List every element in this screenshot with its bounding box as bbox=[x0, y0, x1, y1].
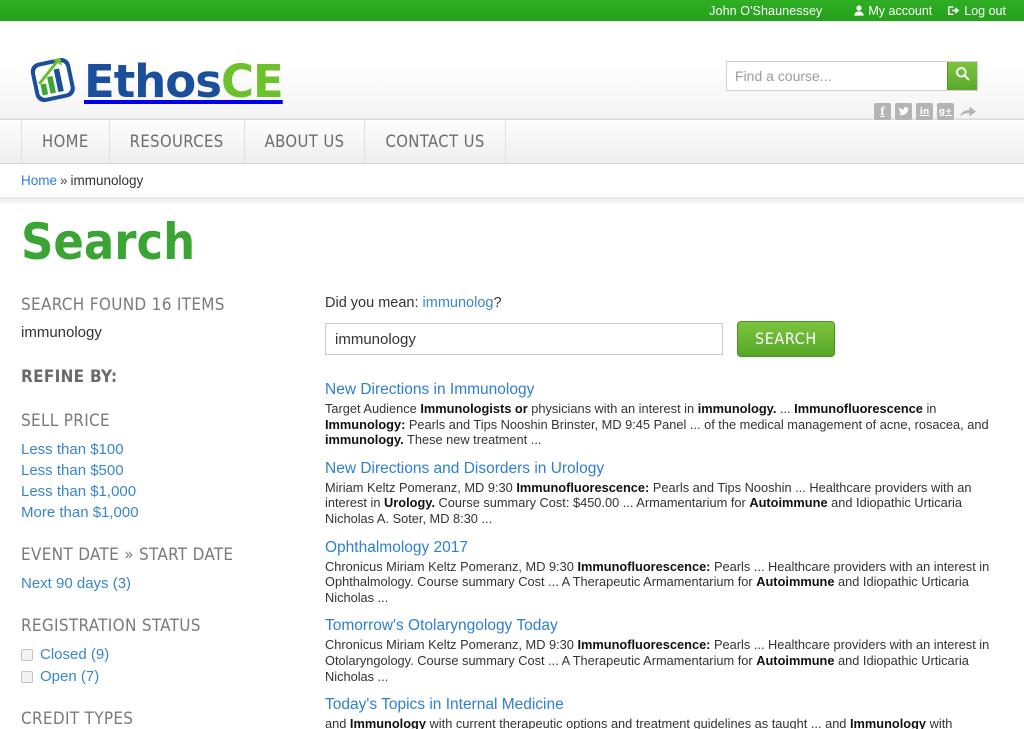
facet-credit-types: Credit types bbox=[21, 709, 286, 729]
nav-item-contact-us[interactable]: Contact us bbox=[364, 120, 506, 163]
breadcrumb-separator: » bbox=[60, 173, 68, 188]
refine-by-heading: Refine by: bbox=[21, 367, 118, 387]
site-header: EthosCE f in g+ bbox=[0, 21, 1024, 120]
result-snippet: Miriam Keltz Pomeranz, MD 9:30 Immunoflu… bbox=[325, 479, 972, 526]
nav-item-resources[interactable]: Resources bbox=[108, 120, 245, 163]
search-button[interactable]: Search bbox=[737, 321, 835, 357]
facet-title-sell-price: Sell price bbox=[21, 411, 110, 431]
result-snippet: Target Audience Immunologists or physici… bbox=[325, 401, 989, 448]
did-you-mean-link[interactable]: immunolog bbox=[423, 295, 494, 311]
search-form: Search bbox=[325, 321, 1003, 357]
did-you-mean-prefix: Did you mean: bbox=[325, 295, 419, 311]
search-input[interactable] bbox=[325, 323, 723, 355]
linkedin-icon[interactable]: in bbox=[916, 103, 933, 120]
result-item: Tomorrow's Otolaryngology Today Chronicu… bbox=[325, 616, 1003, 684]
magnifier-icon bbox=[955, 66, 970, 86]
page-title: Search bbox=[21, 213, 196, 271]
content-area: Search found 16 items immunology Refine … bbox=[0, 289, 1024, 729]
checkbox-open[interactable] bbox=[21, 671, 33, 683]
facet-option-less-100[interactable]: Less than $100 bbox=[21, 441, 124, 458]
nav-item-about-us[interactable]: About us bbox=[243, 120, 366, 163]
breadcrumb-home-link[interactable]: Home bbox=[21, 173, 57, 188]
main-navigation: Home Resources About us Contact us bbox=[0, 119, 1024, 164]
facet-option-less-1000[interactable]: Less than $1,000 bbox=[21, 483, 136, 500]
result-link[interactable]: New Directions and Disorders in Urology bbox=[325, 460, 604, 477]
facets-sidebar: Search found 16 items immunology Refine … bbox=[21, 289, 286, 729]
result-link[interactable]: New Directions in Immunology bbox=[325, 381, 534, 398]
logo-text-ce: CE bbox=[221, 54, 284, 108]
logo-wordmark: EthosCE bbox=[84, 59, 284, 104]
result-snippet: Chronicus Miriam Keltz Pomeranz, MD 9:30… bbox=[325, 558, 990, 605]
result-item: Today's Topics in Internal Medicine and … bbox=[325, 695, 1003, 729]
nav-item-home[interactable]: Home bbox=[21, 120, 110, 163]
my-account-label: My account bbox=[868, 3, 933, 18]
social-links: f in g+ bbox=[874, 103, 978, 120]
facet-title-credit-types: Credit types bbox=[21, 709, 134, 729]
header-search-button[interactable] bbox=[947, 62, 977, 90]
logo-text-ethos: Ethos bbox=[84, 54, 222, 108]
account-bar: John O'Shaunessey My account Log out bbox=[0, 0, 1024, 21]
user-name: John O'Shaunessey bbox=[709, 3, 823, 18]
search-found-heading: Search found 16 items bbox=[21, 295, 225, 315]
facet-title-event-date: Event date » Start date bbox=[21, 545, 234, 565]
results-list: New Directions in Immunology Target Audi… bbox=[325, 380, 1003, 729]
list-item: More than $1,000 bbox=[21, 503, 286, 523]
list-item: Less than $500 bbox=[21, 461, 286, 481]
result-snippet: Chronicus Miriam Keltz Pomeranz, MD 9:30… bbox=[325, 637, 990, 684]
list-item: Open (7) bbox=[21, 667, 286, 687]
user-icon bbox=[854, 5, 865, 16]
result-title: Today's Topics in Internal Medicine bbox=[325, 695, 1003, 715]
result-link[interactable]: Today's Topics in Internal Medicine bbox=[325, 696, 564, 713]
breadcrumb: Home » immunology bbox=[0, 164, 1024, 197]
result-title: Ophthalmology 2017 bbox=[325, 538, 1003, 558]
log-out-label: Log out bbox=[964, 3, 1006, 18]
header-course-search[interactable] bbox=[726, 61, 978, 91]
facet-option-less-500[interactable]: Less than $500 bbox=[21, 462, 124, 479]
result-title: Tomorrow's Otolaryngology Today bbox=[325, 616, 1003, 636]
sign-out-icon bbox=[948, 5, 960, 16]
facet-options-event-date: Next 90 days (3) bbox=[21, 574, 286, 594]
result-item: New Directions in Immunology Target Audi… bbox=[325, 380, 1003, 448]
facet-options-sell-price: Less than $100 Less than $500 Less than … bbox=[21, 440, 286, 523]
result-title: New Directions and Disorders in Urology bbox=[325, 459, 1003, 479]
result-link[interactable]: Ophthalmology 2017 bbox=[325, 539, 468, 556]
search-keyword: immunology bbox=[21, 324, 102, 341]
facet-option-more-1000[interactable]: More than $1,000 bbox=[21, 504, 139, 521]
result-item: Ophthalmology 2017 Chronicus Miriam Kelt… bbox=[325, 538, 1003, 606]
list-item: Less than $1,000 bbox=[21, 482, 286, 502]
facet-option-closed[interactable]: Closed (9) bbox=[40, 645, 109, 665]
result-link[interactable]: Tomorrow's Otolaryngology Today bbox=[325, 617, 558, 634]
my-account-link[interactable]: My account bbox=[854, 4, 932, 18]
facet-option-open[interactable]: Open (7) bbox=[40, 667, 99, 687]
breadcrumb-current: immunology bbox=[70, 173, 144, 188]
share-icon[interactable] bbox=[958, 103, 978, 120]
log-out-link[interactable]: Log out bbox=[948, 4, 1006, 18]
twitter-icon[interactable] bbox=[895, 103, 912, 120]
list-item: Closed (9) bbox=[21, 645, 286, 665]
result-snippet: and Immunology with current therapeutic … bbox=[325, 716, 953, 729]
google-plus-icon[interactable]: g+ bbox=[937, 103, 954, 120]
facebook-icon[interactable]: f bbox=[874, 103, 891, 120]
breadcrumb-shadow bbox=[0, 197, 1024, 205]
facet-registration-status: Registration status Closed (9) Open (7) bbox=[21, 616, 286, 687]
checkbox-closed[interactable] bbox=[21, 649, 33, 661]
list-item: Less than $100 bbox=[21, 440, 286, 460]
site-logo[interactable]: EthosCE bbox=[26, 54, 284, 108]
facet-event-date: Event date » Start date Next 90 days (3) bbox=[21, 545, 286, 594]
search-results-area: Did you mean: immunolog? Search New Dire… bbox=[286, 289, 1003, 729]
facet-sell-price: Sell price Less than $100 Less than $500… bbox=[21, 411, 286, 523]
result-title: New Directions in Immunology bbox=[325, 380, 1003, 400]
did-you-mean: Did you mean: immunolog? bbox=[325, 295, 1003, 311]
list-item: Next 90 days (3) bbox=[21, 574, 286, 594]
header-search-input[interactable] bbox=[727, 62, 947, 90]
result-item: New Directions and Disorders in Urology … bbox=[325, 459, 1003, 527]
did-you-mean-suffix: ? bbox=[493, 295, 502, 311]
facet-option-next-90-days[interactable]: Next 90 days (3) bbox=[21, 575, 131, 592]
ethosce-chart-icon bbox=[26, 54, 80, 108]
facet-title-registration-status: Registration status bbox=[21, 616, 201, 636]
